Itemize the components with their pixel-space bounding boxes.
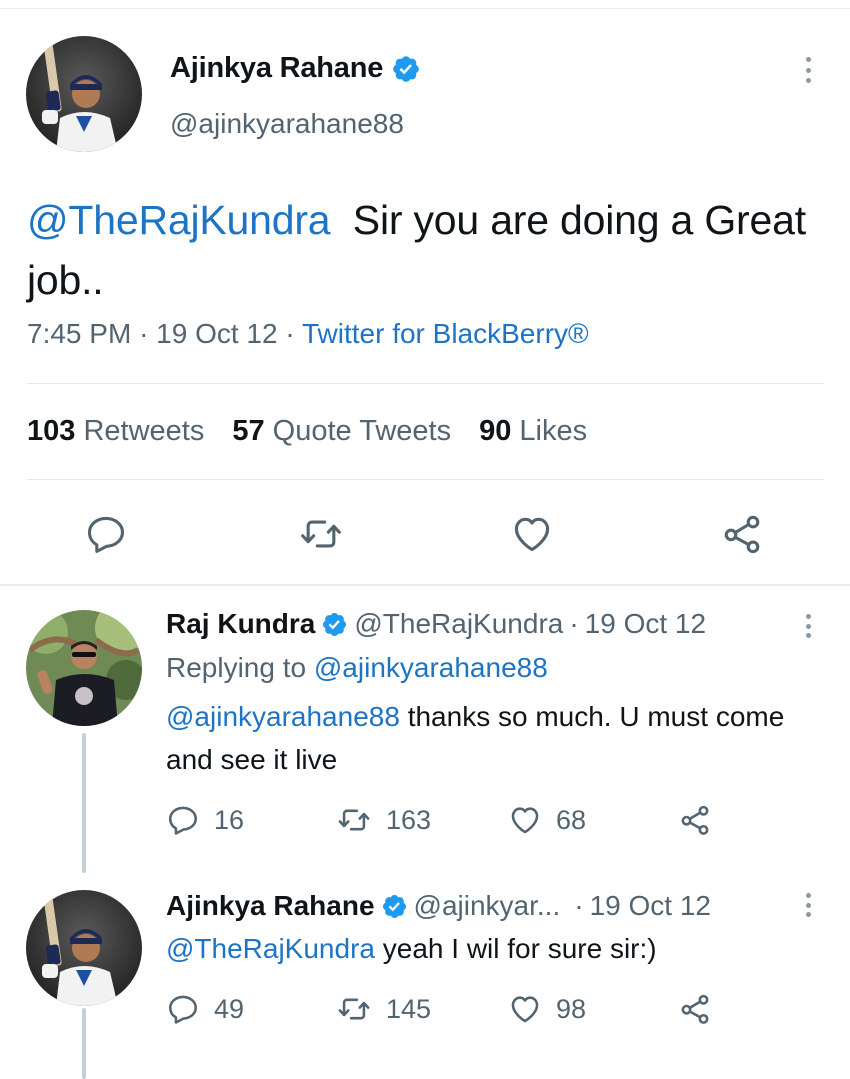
reply-button[interactable]: 16 (166, 803, 244, 837)
author-name[interactable]: Ajinkya Rahane (170, 52, 383, 85)
share-nodes-icon[interactable] (720, 512, 764, 556)
tweet-mention-link[interactable]: @TheRajKundra (27, 197, 331, 243)
tweet-text: @TheRajKundra Sir you are doing a Great … (27, 190, 817, 310)
divider (27, 479, 824, 480)
tweet-source-link[interactable]: Twitter for BlackBerry® (302, 318, 589, 349)
tweet-stats: 103 Retweets 57 Quote Tweets 90 Likes (27, 415, 615, 448)
meta-separator: · (285, 318, 295, 349)
reply-text: @TheRajKundra yeah I wil for sure sir:) (166, 927, 806, 970)
share-button[interactable] (678, 803, 726, 837)
reply-count: 49 (214, 993, 245, 1024)
reply-actions: 49 145 98 (166, 992, 766, 1032)
tweet-meta: 7:45 PM · 19 Oct 12 · Twitter for BlackB… (27, 318, 589, 350)
author-avatar[interactable] (26, 36, 142, 152)
share-button[interactable] (678, 992, 726, 1026)
reply-author-name[interactable]: Ajinkya Rahane (166, 890, 375, 922)
reply-bubble-icon[interactable] (84, 512, 128, 556)
reply-date[interactable]: 19 Oct 12 (590, 890, 711, 922)
more-vertical-icon[interactable] (804, 614, 812, 638)
reply-bubble-icon (168, 806, 198, 835)
reply-count: 16 (214, 804, 245, 835)
retweets-label: Retweets (83, 415, 205, 447)
retweet-arrows-icon[interactable] (298, 512, 344, 556)
retweet-button[interactable]: 163 (336, 803, 431, 837)
reply-actions: 16 163 68 (166, 803, 766, 843)
more-vertical-icon[interactable] (804, 57, 812, 83)
share-nodes-icon (681, 805, 709, 835)
meta-separator: · (569, 608, 579, 639)
retweets-stat[interactable]: 103 Retweets (27, 415, 204, 448)
reply-mention-link[interactable]: @TheRajKundra (166, 933, 375, 964)
author-handle[interactable]: @ajinkyarahane88 (170, 108, 404, 140)
author-name-row: Ajinkya Rahane (170, 52, 421, 85)
reply-author-avatar[interactable] (26, 890, 142, 1006)
reply-header: Raj Kundra @TheRajKundra · 19 Oct 12 (166, 608, 706, 640)
more-vertical-icon[interactable] (804, 893, 812, 917)
retweet-arrows-icon (338, 998, 370, 1020)
quote-label: Quote Tweets (272, 415, 452, 447)
reply-button[interactable]: 49 (166, 992, 244, 1026)
quote-count: 57 (232, 415, 265, 447)
thread-connector-line (82, 1008, 86, 1079)
reply-mention-link[interactable]: @ajinkyarahane88 (166, 701, 400, 732)
tweet-actions (0, 512, 850, 556)
retweet-arrows-icon (338, 809, 370, 831)
reply-header: Ajinkya Rahane @ajinkyar... · 19 Oct 12 (166, 890, 711, 922)
reply-date[interactable]: 19 Oct 12 (585, 608, 706, 640)
replying-prefix: Replying to (166, 652, 307, 683)
reply-author-name[interactable]: Raj Kundra (166, 608, 315, 640)
meta-separator: · (574, 890, 584, 921)
retweets-count: 103 (27, 415, 76, 447)
main-tweet: Ajinkya Rahane @ajinkyarahane88 @TheRajK… (0, 0, 850, 585)
verified-badge-icon (381, 893, 408, 920)
verified-badge-icon (321, 611, 348, 638)
cricketer-avatar-image (26, 890, 142, 1006)
cricketer-avatar-image (26, 36, 142, 152)
likes-label: Likes (519, 415, 588, 447)
reply-text: @ajinkyarahane88 thanks so much. U must … (166, 695, 806, 781)
like-count: 68 (556, 804, 587, 835)
reply-author-avatar[interactable] (26, 610, 142, 726)
share-nodes-icon (681, 994, 709, 1024)
heart-icon (511, 807, 539, 834)
reply-body: yeah I wil for sure sir:) (382, 933, 657, 964)
reply-bubble-icon (168, 995, 198, 1024)
replying-to-link[interactable]: @ajinkyarahane88 (314, 652, 548, 683)
likes-count: 90 (479, 415, 512, 447)
reply-author-handle[interactable]: @TheRajKundra (354, 608, 563, 640)
meta-separator: · (139, 318, 149, 349)
reply-author-handle[interactable]: @ajinkyar... (414, 890, 561, 922)
divider (27, 383, 824, 384)
like-button[interactable]: 98 (508, 992, 586, 1026)
reply-tweet[interactable]: Ajinkya Rahane @ajinkyar... · 19 Oct 12 … (0, 872, 850, 1079)
tweet-time[interactable]: 7:45 PM (27, 318, 131, 349)
tweet-date[interactable]: 19 Oct 12 (156, 318, 277, 349)
retweet-count: 145 (386, 993, 432, 1024)
like-button[interactable]: 68 (508, 803, 586, 837)
person-avatar-image (26, 610, 142, 726)
quote-tweets-stat[interactable]: 57 Quote Tweets (232, 415, 451, 448)
thread-connector-line (82, 733, 86, 873)
like-count: 98 (556, 993, 587, 1024)
retweet-button[interactable]: 145 (336, 992, 431, 1026)
replying-to-line: Replying to @ajinkyarahane88 (166, 652, 548, 684)
likes-stat[interactable]: 90 Likes (479, 415, 587, 448)
heart-icon (511, 996, 539, 1023)
verified-badge-icon (391, 54, 421, 84)
heart-icon[interactable] (510, 512, 554, 556)
retweet-count: 163 (386, 804, 432, 835)
reply-tweet[interactable]: Raj Kundra @TheRajKundra · 19 Oct 12 Rep… (0, 586, 850, 866)
